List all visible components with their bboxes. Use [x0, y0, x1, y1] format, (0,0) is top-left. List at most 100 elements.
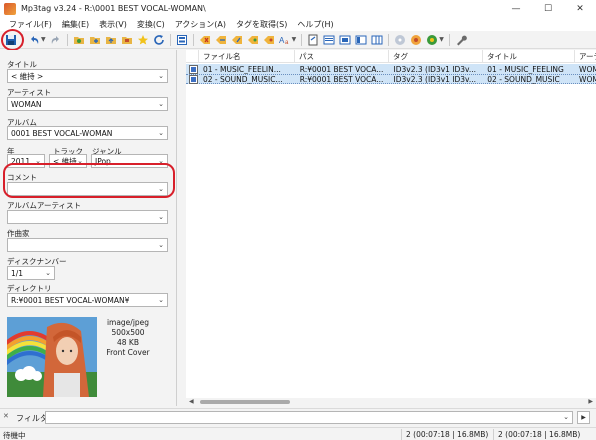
menu-convert[interactable]: 変換(C) [132, 19, 170, 30]
status-total: 2 (00:07:18 | 16.8MB) [498, 430, 581, 439]
menu-edit[interactable]: 編集(E) [57, 19, 94, 30]
status-divider [401, 429, 402, 440]
chevron-down-icon: ⌄ [77, 157, 83, 165]
wrench-icon[interactable] [455, 34, 467, 46]
cover-info: image/jpeg 500x500 48 KB Front Cover [100, 318, 156, 358]
cell-filename: 02 - SOUND_MUSIC... [202, 74, 283, 84]
cell-tag: ID3v2.3 (ID3v1 ID3v... [393, 74, 477, 84]
folder-favorites-icon[interactable] [121, 34, 133, 46]
chevron-down-icon: ⌄ [158, 185, 164, 193]
chevron-down-icon: ⌄ [158, 241, 164, 249]
view-list-icon[interactable] [323, 34, 335, 46]
remove-tag-icon[interactable] [199, 34, 211, 46]
comment-field[interactable]: ⌄ [7, 182, 168, 196]
menu-help[interactable]: ヘルプ(H) [292, 19, 338, 30]
file-list: ファイル名 パス タグ タイトル アーテ 01 - MUSIC_FEELIN..… [186, 50, 596, 401]
star-icon[interactable] [137, 34, 149, 46]
menu-view[interactable]: 表示(V) [94, 19, 132, 30]
filename-to-tag-icon[interactable] [231, 34, 243, 46]
undo-dropdown-icon[interactable]: ▼ [41, 36, 46, 43]
undo-icon[interactable] [28, 34, 40, 46]
album-artist-field[interactable]: ⌄ [7, 210, 168, 224]
cd-icon[interactable] [394, 34, 406, 46]
redo-icon[interactable] [50, 34, 62, 46]
tag-panel: タイトル < 維持 > ⌄ アーティスト WOMAN ⌄ アルバム 0001 B… [0, 50, 177, 406]
save-icon[interactable] [5, 34, 17, 46]
column-icon [186, 50, 199, 63]
tag-panel-icon[interactable] [176, 34, 188, 46]
column-filename[interactable]: ファイル名 [199, 50, 295, 63]
add-directory-icon[interactable] [89, 34, 101, 46]
panel-splitter[interactable] [177, 50, 186, 401]
table-row[interactable]: 01 - MUSIC_FEELIN... R:¥0001 BEST VOCA..… [186, 64, 596, 74]
column-artist[interactable]: アーテ [575, 50, 596, 63]
app-icon [4, 2, 16, 15]
tag-tag-icon[interactable] [263, 34, 275, 46]
menu-bar: ファイル(F) 編集(E) 表示(V) 変換(C) アクション(A) タグを取得… [0, 17, 596, 31]
genre-value: JPop [95, 156, 111, 166]
track-field[interactable]: < 維持 ⌄ [49, 154, 87, 168]
directory-value: R:¥0001 BEST VOCAL-WOMAN¥ [11, 295, 130, 305]
toolbar: ▼ Aa ▼ ▼ [0, 31, 596, 49]
discnumber-field[interactable]: 1/1 ⌄ [7, 266, 55, 280]
filter-input[interactable]: ⌄ [45, 411, 573, 424]
horizontal-scrollbar[interactable]: ◀ ▶ [186, 398, 596, 406]
tag-to-filename-icon[interactable] [215, 34, 227, 46]
export-icon[interactable] [307, 34, 319, 46]
album-field[interactable]: 0001 BEST VOCAL-WOMAN ⌄ [7, 126, 168, 140]
close-button[interactable]: ✕ [564, 0, 596, 17]
refresh-icon[interactable] [153, 34, 165, 46]
tag-sources-dropdown-icon[interactable]: ▼ [439, 36, 444, 43]
toolbar-separator [66, 33, 68, 46]
status-text: 待機中 [3, 431, 26, 440]
directory-field[interactable]: R:¥0001 BEST VOCAL-WOMAN¥ ⌄ [7, 293, 168, 307]
list-header: ファイル名 パス タグ タイトル アーテ [186, 50, 596, 63]
menu-file[interactable]: ファイル(F) [4, 19, 57, 30]
scroll-right-icon[interactable]: ▶ [588, 398, 593, 405]
chevron-down-icon: ⌄ [35, 157, 41, 165]
cell-title: 02 - SOUND_MUSIC [487, 74, 560, 84]
table-row[interactable]: 02 - SOUND_MUSIC... R:¥0001 BEST VOCA...… [186, 74, 596, 84]
svg-text:a: a [285, 40, 289, 46]
view-columns-icon[interactable] [371, 34, 383, 46]
column-tag[interactable]: タグ [389, 50, 483, 63]
toolbar-separator [22, 33, 23, 46]
minimize-button[interactable]: — [500, 0, 532, 17]
filter-go-button[interactable]: ▶ [577, 411, 590, 424]
title-field[interactable]: < 維持 > ⌄ [7, 69, 168, 83]
text-file-tag-icon[interactable] [247, 34, 259, 46]
window-controls: — ☐ ✕ [500, 0, 596, 17]
maximize-button[interactable]: ☐ [532, 0, 564, 17]
view-playlist-icon[interactable] [339, 34, 351, 46]
year-field[interactable]: 2011 ⌄ [7, 154, 45, 168]
column-title[interactable]: タイトル [483, 50, 575, 63]
artist-field[interactable]: WOMAN ⌄ [7, 97, 168, 111]
cover-art-image[interactable] [7, 317, 97, 397]
auto-numbering-icon[interactable]: Aa [279, 34, 291, 46]
filter-close-icon[interactable]: ✕ [3, 412, 9, 420]
toolbar-separator [388, 33, 390, 46]
scrollbar-thumb[interactable] [200, 400, 290, 404]
chevron-down-icon: ⌄ [563, 413, 569, 421]
column-path[interactable]: パス [295, 50, 389, 63]
view-details-icon[interactable] [355, 34, 367, 46]
scroll-left-icon[interactable]: ◀ [189, 398, 194, 405]
chevron-down-icon: ⌄ [45, 269, 51, 277]
audio-file-icon [189, 64, 198, 74]
composer-field[interactable]: ⌄ [7, 238, 168, 252]
case-dropdown-icon[interactable]: ▼ [292, 36, 297, 43]
artist-value: WOMAN [11, 99, 42, 109]
genre-field[interactable]: JPop ⌄ [91, 154, 168, 168]
cell-path: R:¥0001 BEST VOCA... [299, 74, 384, 84]
chevron-down-icon: ⌄ [158, 296, 164, 304]
chevron-down-icon: ⌄ [158, 213, 164, 221]
cell-filename: 01 - MUSIC_FEELIN... [202, 64, 281, 74]
menu-tag-sources[interactable]: タグを取得(S) [231, 19, 292, 30]
menu-actions[interactable]: アクション(A) [170, 19, 231, 30]
discnumber-value: 1/1 [11, 268, 24, 278]
musicbrainz-icon[interactable] [426, 34, 438, 46]
cover-type: Front Cover [106, 348, 150, 357]
folder-up-icon[interactable] [105, 34, 117, 46]
change-directory-icon[interactable] [73, 34, 85, 46]
discogs-icon[interactable] [410, 34, 422, 46]
